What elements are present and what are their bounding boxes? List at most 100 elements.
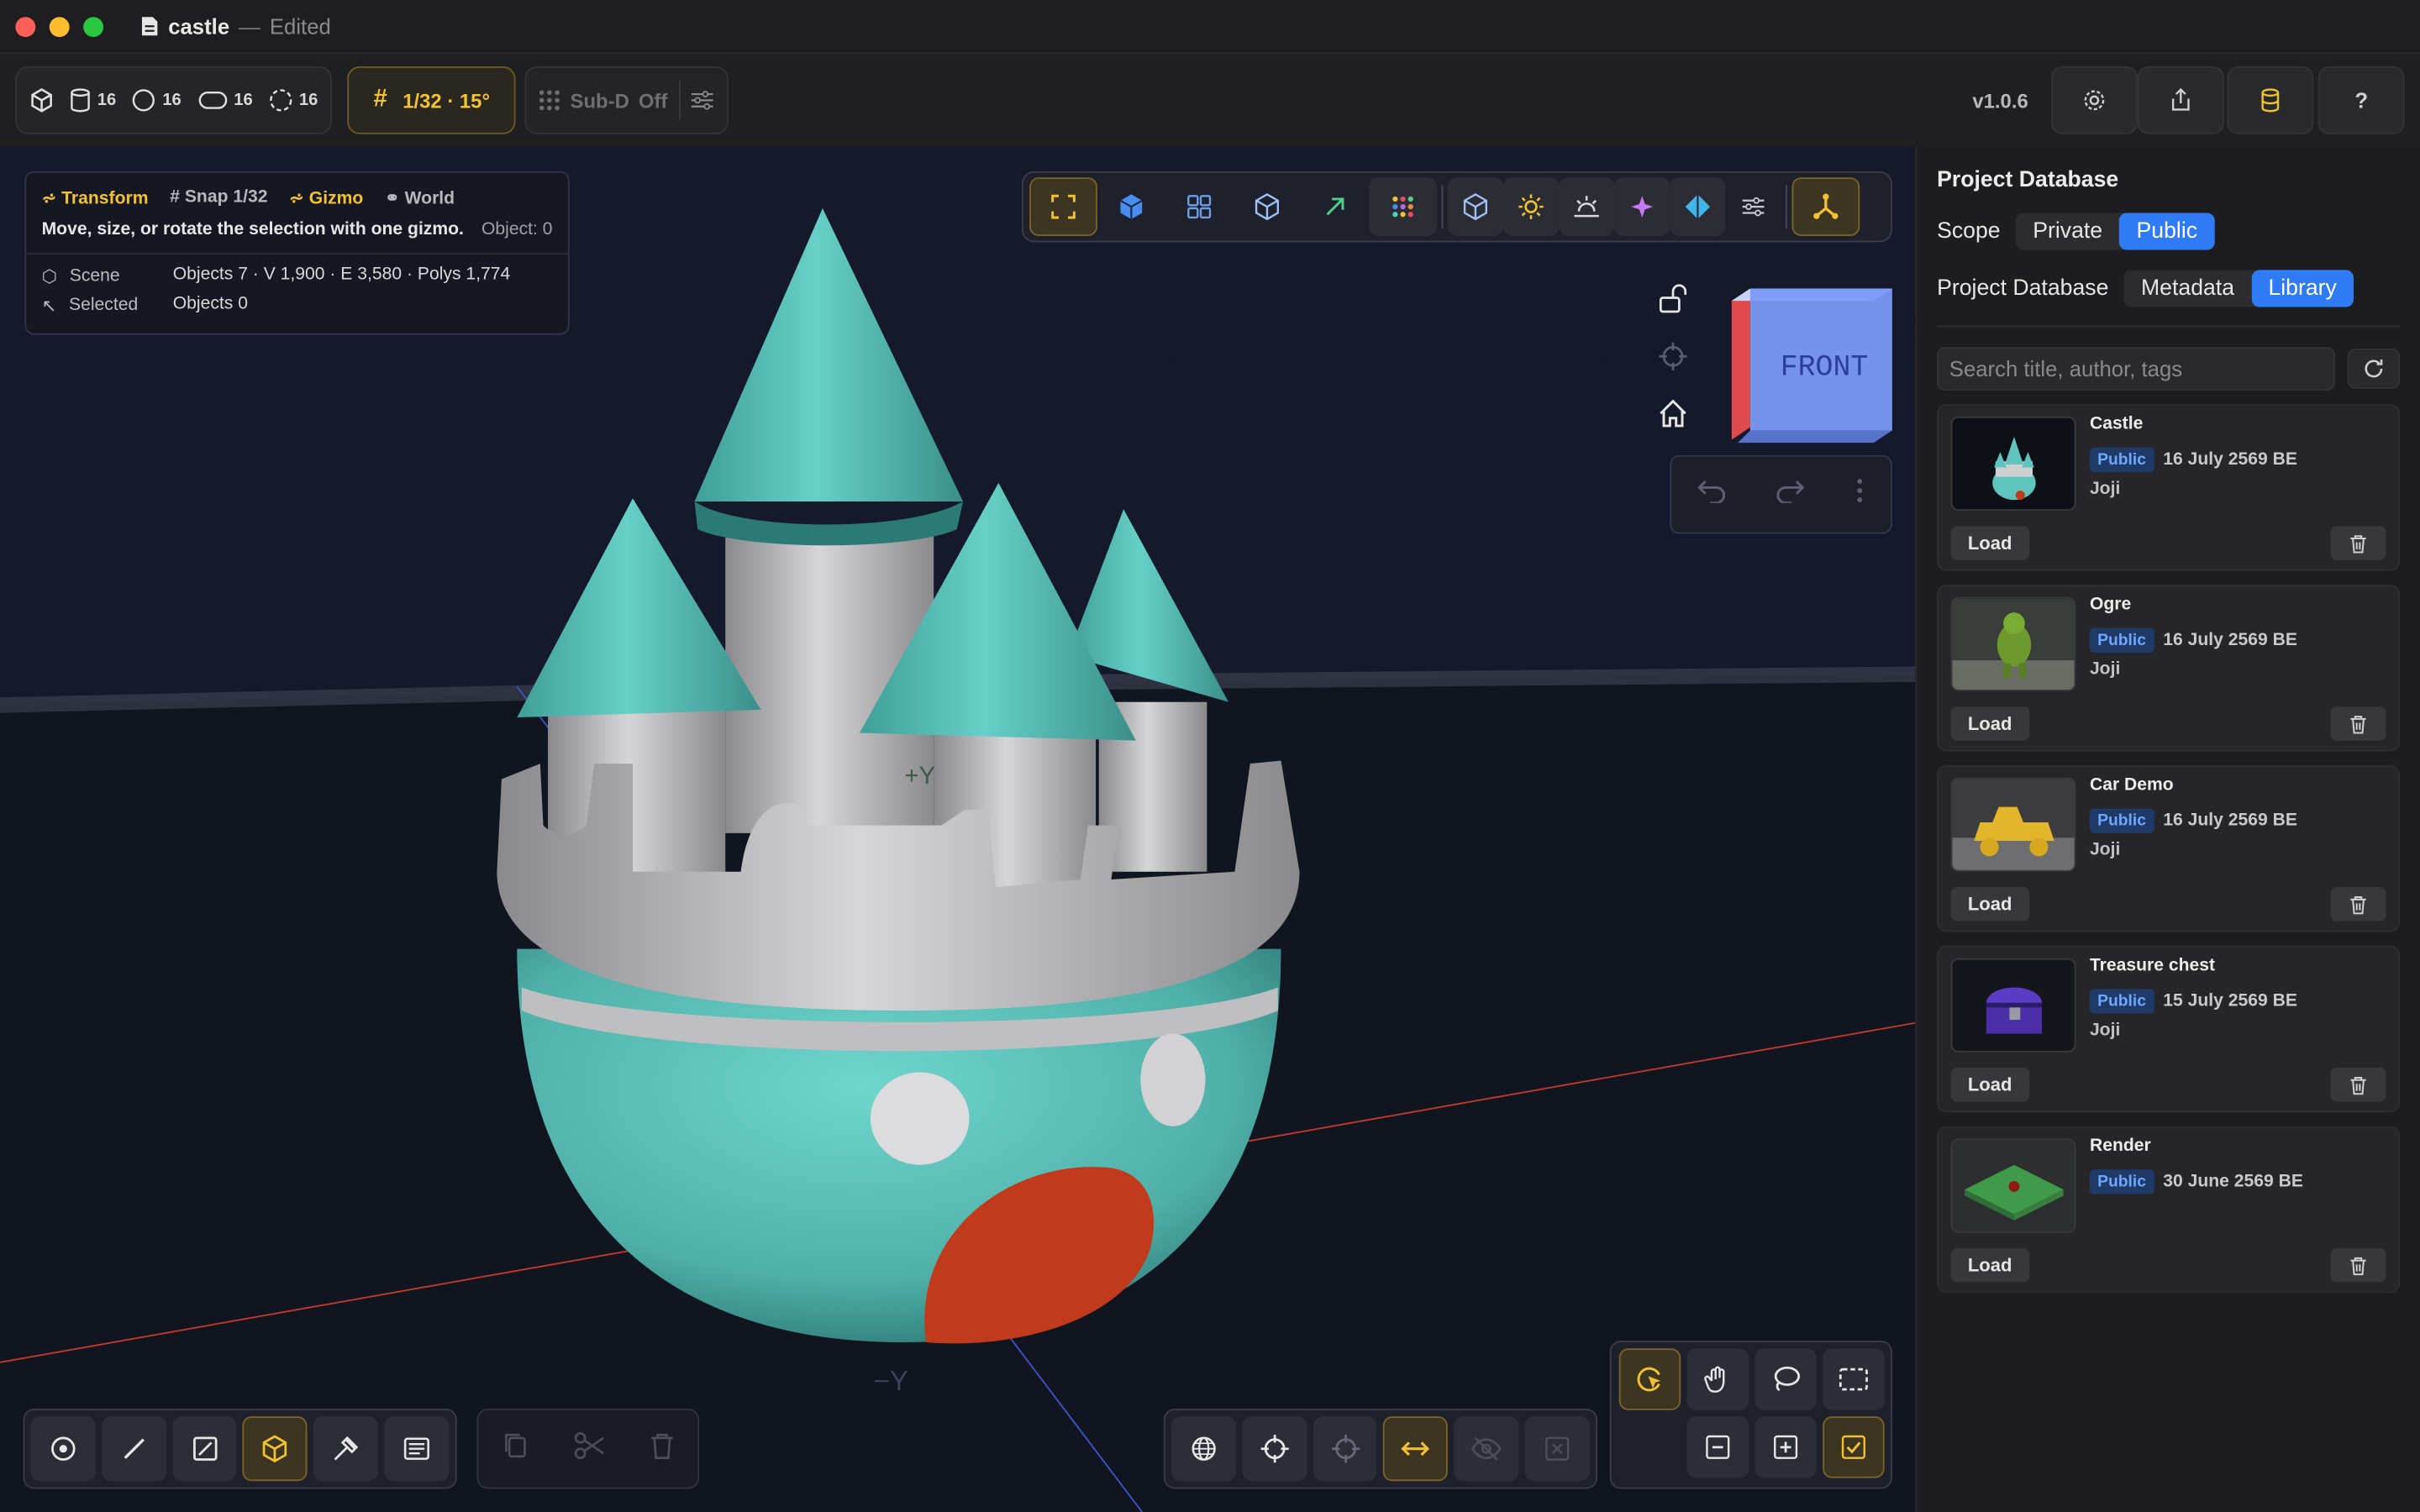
toolbar-divider bbox=[1441, 185, 1444, 228]
subtract-selection-button[interactable] bbox=[1686, 1416, 1749, 1478]
space-indicator[interactable]: ⚭ World bbox=[385, 186, 455, 208]
primitive-counts-group: 16 16 16 16 bbox=[15, 66, 332, 134]
snap-indicator[interactable]: # Snap 1/32 bbox=[170, 188, 267, 207]
face-mode-button[interactable] bbox=[172, 1416, 237, 1482]
load-button[interactable]: Load bbox=[1950, 706, 2029, 741]
refresh-button[interactable] bbox=[2347, 349, 2401, 389]
environment-button[interactable] bbox=[1559, 177, 1615, 237]
delete-selection-button[interactable] bbox=[650, 1431, 675, 1467]
focus-target-button[interactable] bbox=[1649, 327, 1698, 384]
settings-button[interactable] bbox=[2051, 66, 2138, 134]
gizmo-indicator[interactable]: ⩫ Gizmo bbox=[289, 186, 363, 208]
grab-button[interactable] bbox=[1686, 1348, 1749, 1410]
add-selection-button[interactable] bbox=[1754, 1416, 1817, 1478]
cube-primitive-button[interactable] bbox=[29, 88, 54, 113]
diamond-icon bbox=[1685, 194, 1711, 219]
library-item[interactable]: Render Public 30 June 2569 BE Load bbox=[1937, 1126, 2401, 1294]
delete-item-button[interactable] bbox=[2330, 1068, 2386, 1102]
scene-render[interactable] bbox=[0, 146, 1916, 1512]
gizmo-toggle-button[interactable] bbox=[1791, 177, 1860, 237]
view-cube[interactable]: FRONT bbox=[1728, 286, 1895, 446]
vertex-mode-button[interactable] bbox=[30, 1416, 96, 1482]
globe-icon: ⚭ bbox=[385, 189, 400, 208]
horizontal-arrows-icon bbox=[1402, 1441, 1430, 1457]
hide-button[interactable] bbox=[1454, 1416, 1519, 1482]
view-cube-side-face[interactable] bbox=[1731, 288, 1750, 440]
trash-icon bbox=[2350, 715, 2366, 733]
subd-toggle[interactable]: Sub-D Off bbox=[525, 66, 729, 134]
sliders-icon[interactable] bbox=[691, 90, 715, 112]
home-icon bbox=[1660, 398, 1686, 427]
undo-button[interactable] bbox=[1697, 478, 1725, 511]
select-pointer-button[interactable] bbox=[1618, 1348, 1681, 1410]
mirror-button[interactable] bbox=[1383, 1416, 1449, 1482]
metadata-tab[interactable]: Metadata bbox=[2124, 270, 2251, 307]
redo-button[interactable] bbox=[1776, 478, 1805, 511]
library-item[interactable]: Treasure chest Public 15 July 2569 BE Joj… bbox=[1937, 945, 2401, 1113]
delete-item-button[interactable] bbox=[2330, 706, 2386, 741]
delete-item-button[interactable] bbox=[2330, 526, 2386, 560]
pivot-button[interactable] bbox=[1242, 1416, 1307, 1482]
solid-cube-button[interactable] bbox=[1097, 177, 1165, 236]
library-item[interactable]: Ogre Public 16 July 2569 BE Joji Load bbox=[1937, 585, 2401, 752]
close-window-button[interactable] bbox=[15, 16, 36, 37]
minimize-window-button[interactable] bbox=[49, 16, 70, 37]
wire-cube-button[interactable] bbox=[1234, 177, 1302, 236]
load-button[interactable]: Load bbox=[1950, 887, 2029, 921]
snap-to-center-button[interactable] bbox=[1313, 1416, 1378, 1482]
cut-button[interactable] bbox=[574, 1431, 605, 1467]
shaded-mode-button[interactable] bbox=[1447, 177, 1503, 237]
frame-selection-button[interactable] bbox=[1029, 177, 1097, 237]
search-row bbox=[1937, 347, 2401, 391]
material-button[interactable] bbox=[1670, 177, 1726, 237]
load-button[interactable]: Load bbox=[1950, 526, 2029, 560]
zoom-window-button[interactable] bbox=[83, 16, 104, 37]
box-select-button[interactable] bbox=[1823, 1348, 1885, 1410]
scope-public-option[interactable]: Public bbox=[2119, 213, 2215, 250]
delete-item-button[interactable] bbox=[2330, 1247, 2386, 1283]
library-search-input[interactable] bbox=[1937, 347, 2335, 391]
load-button[interactable]: Load bbox=[1950, 1247, 2029, 1283]
scope-private-option[interactable]: Private bbox=[2016, 213, 2119, 249]
effects-button[interactable] bbox=[1614, 177, 1670, 237]
more-options-button[interactable] bbox=[1855, 477, 1865, 512]
database-button[interactable] bbox=[2227, 66, 2314, 134]
torus-count[interactable]: 16 bbox=[268, 88, 318, 113]
palette-button[interactable] bbox=[1369, 177, 1437, 237]
visibility-badge: Public bbox=[2089, 989, 2154, 1014]
clear-button[interactable] bbox=[1524, 1416, 1590, 1482]
edge-mode-button[interactable] bbox=[101, 1416, 166, 1482]
castle-window-right bbox=[1140, 1033, 1206, 1126]
share-button[interactable] bbox=[2137, 66, 2224, 134]
lock-view-button[interactable] bbox=[1649, 270, 1698, 327]
transform-mode[interactable]: ⩫ Transform bbox=[42, 186, 149, 208]
sun-icon bbox=[1518, 194, 1544, 219]
arrow-tool-button[interactable] bbox=[1301, 177, 1369, 236]
library-item[interactable]: Car Demo Public 16 July 2569 BE Joji Load bbox=[1937, 765, 2401, 932]
copy-button[interactable] bbox=[501, 1431, 529, 1467]
view-settings-button[interactable] bbox=[1725, 177, 1781, 236]
item-title: Car Demo bbox=[2089, 775, 2174, 795]
properties-button[interactable] bbox=[384, 1416, 450, 1482]
3d-viewport[interactable]: ⩫ Transform # Snap 1/32 ⩫ Gizmo ⚭ World … bbox=[0, 146, 1916, 1512]
sculpt-tool-button[interactable] bbox=[313, 1416, 379, 1482]
load-button[interactable]: Load bbox=[1950, 1068, 2029, 1102]
lighting-button[interactable] bbox=[1502, 177, 1560, 237]
sphere-count[interactable]: 16 bbox=[132, 88, 182, 113]
capsule-count[interactable]: 16 bbox=[197, 88, 253, 113]
item-date: 15 July 2569 BE bbox=[2163, 992, 2297, 1011]
lasso-select-button[interactable] bbox=[1754, 1348, 1817, 1410]
home-view-button[interactable] bbox=[1649, 384, 1698, 441]
snap-settings-button[interactable]: # 1/32 · 15° bbox=[347, 66, 517, 134]
world-space-button[interactable] bbox=[1171, 1416, 1236, 1482]
help-button[interactable]: ? bbox=[2317, 66, 2405, 134]
library-item[interactable]: Castle Public 16 July 2569 BE Joji Load bbox=[1937, 404, 2401, 571]
car-thumbnail bbox=[1950, 777, 2076, 872]
quad-view-button[interactable] bbox=[1165, 177, 1234, 236]
info-panel: ⩫ Transform # Snap 1/32 ⩫ Gizmo ⚭ World … bbox=[24, 171, 570, 335]
object-mode-button[interactable] bbox=[243, 1416, 308, 1482]
library-tab[interactable]: Library bbox=[2251, 270, 2354, 307]
delete-item-button[interactable] bbox=[2330, 887, 2386, 921]
cylinder-count[interactable]: 16 bbox=[70, 88, 116, 113]
replace-selection-button[interactable] bbox=[1823, 1416, 1885, 1478]
